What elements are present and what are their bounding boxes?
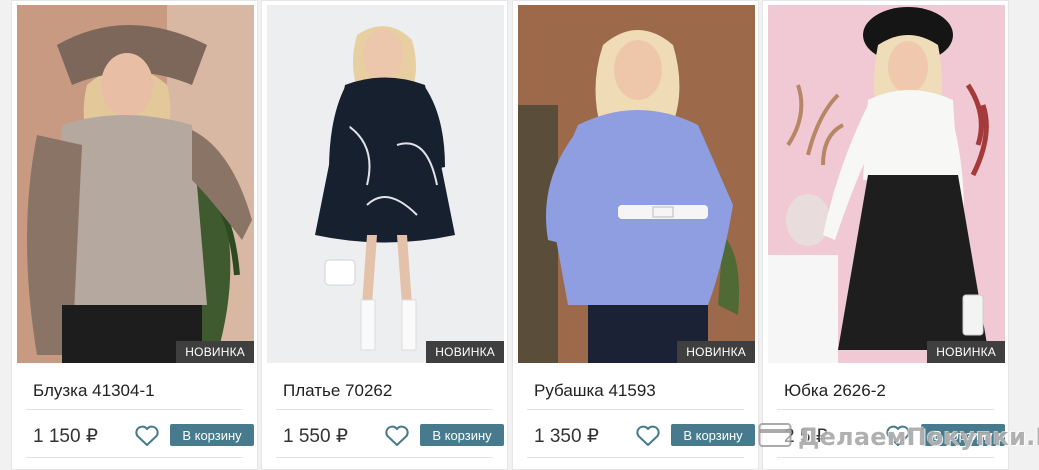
heart-icon[interactable] <box>134 424 160 448</box>
add-to-cart-button[interactable]: В корзину <box>921 424 1005 446</box>
product-price: 2 5 ₽ <box>784 426 828 447</box>
divider <box>777 409 994 410</box>
heart-icon[interactable] <box>384 424 410 448</box>
divider <box>527 457 744 458</box>
new-badge: НОВИНКА <box>176 341 254 363</box>
product-photo[interactable]: НОВИНКА <box>267 5 504 363</box>
product-price: 1 350 ₽ <box>534 426 599 447</box>
divider <box>777 457 994 458</box>
product-title[interactable]: Юбка 2626-2 <box>784 381 886 401</box>
product-title[interactable]: Блузка 41304-1 <box>33 381 155 401</box>
heart-icon[interactable] <box>885 424 911 448</box>
divider <box>527 409 744 410</box>
divider <box>26 457 243 458</box>
product-photo[interactable]: НОВИНКА <box>17 5 254 363</box>
product-title[interactable]: Платье 70262 <box>283 381 392 401</box>
new-badge: НОВИНКА <box>426 341 504 363</box>
add-to-cart-button[interactable]: В корзину <box>420 424 504 446</box>
divider <box>26 409 243 410</box>
product-price: 1 150 ₽ <box>33 426 98 447</box>
product-card[interactable]: НОВИНКА Платье 70262 1 550 ₽ В корзину <box>261 0 508 470</box>
divider <box>276 457 493 458</box>
product-photo[interactable]: НОВИНКА <box>518 5 755 363</box>
product-card[interactable]: НОВИНКА Блузка 41304-1 1 150 ₽ В корзину <box>11 0 258 470</box>
product-photo[interactable]: НОВИНКА <box>768 5 1005 363</box>
divider <box>276 409 493 410</box>
product-title[interactable]: Рубашка 41593 <box>534 381 656 401</box>
product-price: 1 550 ₽ <box>283 426 348 447</box>
heart-icon[interactable] <box>635 424 661 448</box>
new-badge: НОВИНКА <box>927 341 1005 363</box>
product-card[interactable]: НОВИНКА Рубашка 41593 1 350 ₽ В корзину <box>512 0 759 470</box>
product-card[interactable]: НОВИНКА Юбка 2626-2 2 5 ₽ В корзину <box>762 0 1009 470</box>
add-to-cart-button[interactable]: В корзину <box>170 424 254 446</box>
add-to-cart-button[interactable]: В корзину <box>671 424 755 446</box>
new-badge: НОВИНКА <box>677 341 755 363</box>
